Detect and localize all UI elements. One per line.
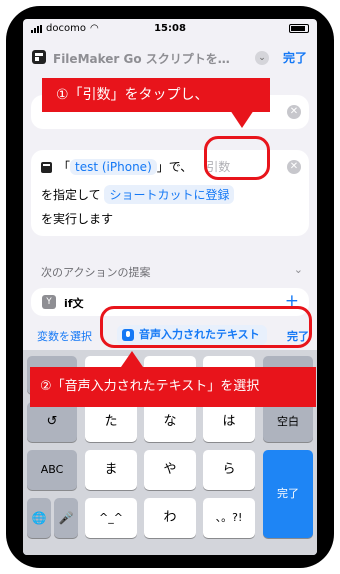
key-ta[interactable]: た: [85, 402, 137, 442]
battery-icon: [289, 24, 309, 33]
action-line-2: を指定して ショートカットに登録: [41, 185, 235, 204]
shortcut-chip[interactable]: ショートカットに登録: [104, 185, 235, 204]
nav-bar: FileMaker Go スクリプトを… ⌄ 完了: [23, 39, 317, 75]
key-emoticon[interactable]: ^_^: [85, 498, 137, 538]
chevron-down-icon[interactable]: ⌄: [255, 51, 269, 65]
abc-key[interactable]: ABC: [27, 450, 77, 490]
action-line-1: 「test (iPhone) 」で、 引数: [41, 158, 230, 175]
status-time: 15:08: [154, 23, 186, 34]
key-ma[interactable]: ま: [85, 450, 137, 490]
annotation-arrow-1: [230, 110, 254, 128]
key-punctuation[interactable]: 、。?!: [203, 498, 255, 538]
key-ra[interactable]: ら: [203, 450, 255, 490]
key-ha[interactable]: は: [203, 402, 255, 442]
annotation-ring-2: [100, 306, 312, 348]
suggestions-title: 次のアクションの提案: [41, 266, 151, 279]
annotation-ring-1: [204, 136, 270, 180]
suggestion-label: if文: [64, 297, 84, 310]
file-chip[interactable]: test (iPhone): [70, 159, 157, 175]
shortcut-title[interactable]: FileMaker Go スクリプトを…: [53, 50, 230, 67]
chevron-down-icon[interactable]: ⌄: [294, 263, 303, 276]
key-wa[interactable]: わ: [144, 498, 196, 538]
status-bar: docomo ◠ 15:08: [23, 19, 317, 39]
globe-icon[interactable]: 🌐: [27, 498, 51, 538]
microphone-icon[interactable]: 🎤: [54, 498, 78, 538]
instruction-banner-1: ①「引数」をタップし、: [42, 78, 270, 112]
key-na[interactable]: な: [144, 402, 196, 442]
select-variable-button[interactable]: 変数を選択: [37, 328, 92, 344]
clear-icon[interactable]: ✕: [287, 105, 301, 119]
if-action-icon: Y: [42, 295, 56, 309]
instruction-banner-2: ②「音声入力されたテキスト」を選択: [30, 367, 316, 407]
action-line-3: を実行します: [41, 212, 114, 226]
return-done-key[interactable]: 完了: [263, 450, 313, 538]
key-ya[interactable]: や: [144, 450, 196, 490]
clear-icon[interactable]: ✕: [287, 160, 301, 174]
filemaker-action-icon: [41, 162, 52, 173]
filemaker-app-icon: [32, 50, 46, 64]
annotation-arrow-2: [121, 351, 143, 367]
undo-key[interactable]: ↺: [27, 402, 77, 442]
space-key[interactable]: 空白: [263, 402, 313, 442]
done-button[interactable]: 完了: [283, 49, 307, 66]
